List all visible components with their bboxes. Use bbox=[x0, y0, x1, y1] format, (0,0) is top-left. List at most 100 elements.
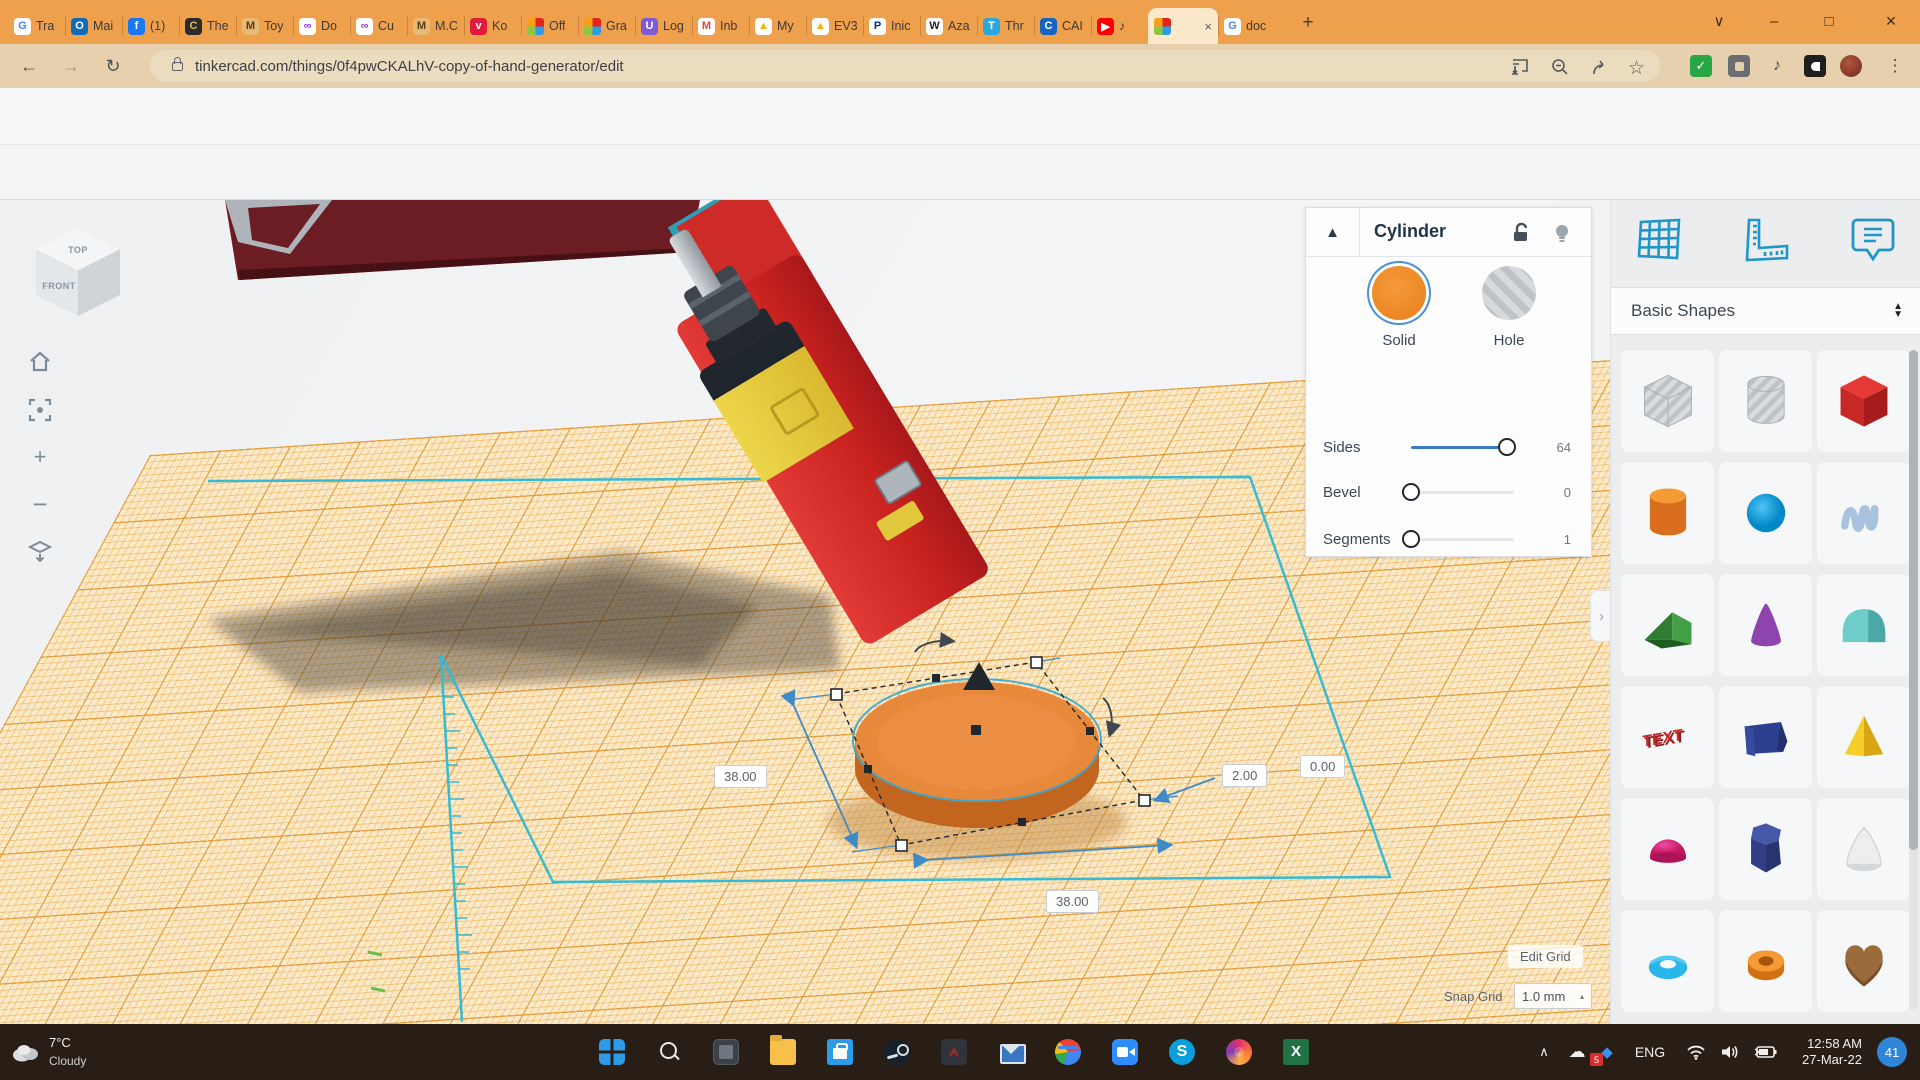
edit-grid-button[interactable]: Edit Grid bbox=[1508, 945, 1583, 968]
browser-tab[interactable]: G Tra bbox=[8, 8, 65, 44]
shape-pyramid[interactable] bbox=[1817, 686, 1910, 788]
tab-close-icon[interactable]: × bbox=[1204, 19, 1212, 34]
bevel-slider[interactable] bbox=[1402, 483, 1514, 501]
window-minimize-button[interactable]: – bbox=[1751, 0, 1797, 42]
playlist-extension-icon[interactable]: ♪ bbox=[1766, 55, 1788, 77]
3d-viewport[interactable]: FRONT TOP + − 38.00 38.00 2.00 0.00 Edit… bbox=[0, 200, 1920, 1024]
inspector-collapse-button[interactable]: ▲ bbox=[1306, 208, 1360, 257]
browser-tab[interactable]: O Mai bbox=[65, 8, 122, 44]
shape-scribble[interactable] bbox=[1817, 462, 1910, 564]
taskbar-app-zoom[interactable] bbox=[1112, 1039, 1138, 1065]
dimension-width-field[interactable]: 38.00 bbox=[714, 765, 767, 788]
taskbar-app-file-explorer[interactable] bbox=[770, 1035, 796, 1065]
dropbox-icon[interactable]: ◆ 5 bbox=[1590, 1024, 1620, 1080]
notification-center[interactable]: 41 bbox=[1872, 1024, 1912, 1080]
segments-slider[interactable] bbox=[1402, 530, 1514, 548]
browser-tab[interactable]: M Toy bbox=[236, 8, 293, 44]
fit-view-button[interactable] bbox=[26, 396, 54, 424]
browser-tab[interactable]: U Log bbox=[635, 8, 692, 44]
shape-torus[interactable] bbox=[1621, 910, 1714, 1012]
shape-cylinder-hole[interactable] bbox=[1719, 350, 1812, 452]
zoom-out-page-icon[interactable] bbox=[1550, 57, 1570, 77]
browser-tab[interactable]: ▶ ♪ bbox=[1091, 8, 1148, 44]
shape-cylinder[interactable] bbox=[1621, 462, 1714, 564]
onedrive-icon[interactable]: ☁ bbox=[1562, 1024, 1592, 1080]
browser-tab[interactable]: M M.C bbox=[407, 8, 464, 44]
visibility-bulb-icon[interactable] bbox=[1550, 221, 1574, 245]
scrollbar-thumb[interactable] bbox=[1909, 350, 1918, 850]
shape-round-roof[interactable] bbox=[1817, 574, 1910, 676]
extensions-puzzle-icon[interactable] bbox=[1728, 55, 1750, 77]
window-close-button[interactable]: × bbox=[1868, 0, 1914, 42]
shape-half-sphere[interactable] bbox=[1621, 798, 1714, 900]
browser-tab[interactable]: Gra bbox=[578, 8, 635, 44]
taskbar-app-steam[interactable] bbox=[884, 1039, 910, 1065]
home-view-button[interactable] bbox=[26, 348, 54, 376]
snap-grid-select[interactable]: 1.0 mm ▴ bbox=[1514, 983, 1592, 1009]
slider-knob[interactable] bbox=[1402, 483, 1420, 501]
bookmark-star-icon[interactable]: ☆ bbox=[1628, 57, 1648, 79]
browser-tab[interactable]: f (1) bbox=[122, 8, 179, 44]
browser-tab[interactable]: Off bbox=[521, 8, 578, 44]
taskbar-app-chrome[interactable] bbox=[1055, 1039, 1081, 1065]
browser-tab[interactable]: ▲ EV3 bbox=[806, 8, 863, 44]
taskbar-app-ms-store[interactable] bbox=[827, 1039, 853, 1065]
shape-tube[interactable] bbox=[1719, 910, 1812, 1012]
browser-tab[interactable]: ∞ Cu bbox=[350, 8, 407, 44]
hole-option[interactable]: Hole bbox=[1454, 266, 1564, 349]
back-button[interactable]: ← bbox=[16, 53, 42, 79]
taskbar-app-task-view[interactable] bbox=[713, 1039, 739, 1065]
hole-swatch[interactable] bbox=[1482, 266, 1536, 320]
browser-tab[interactable]: W Aza bbox=[920, 8, 977, 44]
browser-tab[interactable]: ▲ My bbox=[749, 8, 806, 44]
slider-knob[interactable] bbox=[1497, 438, 1516, 456]
zoom-in-button[interactable]: + bbox=[26, 443, 54, 471]
browser-tab[interactable]: Gdoc bbox=[1218, 8, 1275, 44]
shape-cone[interactable] bbox=[1719, 574, 1812, 676]
notes-tool-icon[interactable] bbox=[1847, 214, 1899, 266]
ruler-tool-icon[interactable] bbox=[1739, 214, 1791, 266]
clock-widget[interactable]: 12:58 AM 27-Mar-22 bbox=[1786, 1024, 1862, 1080]
new-tab-button[interactable]: + bbox=[1294, 12, 1322, 40]
window-menu-button[interactable]: ∨ bbox=[1696, 0, 1742, 42]
dimension-height-field[interactable]: 2.00 bbox=[1222, 764, 1268, 787]
url-omnibox[interactable]: tinkercad.com/things/0f4pwCKALhV-copy-of… bbox=[150, 50, 1660, 82]
profile-avatar[interactable] bbox=[1840, 55, 1862, 77]
slider-knob[interactable] bbox=[1402, 530, 1420, 548]
browser-tab[interactable]: T Thr bbox=[977, 8, 1034, 44]
install-app-icon[interactable] bbox=[1510, 57, 1530, 77]
browser-tab[interactable]: ∞ Do bbox=[293, 8, 350, 44]
workplane-tool-icon[interactable] bbox=[1633, 214, 1685, 266]
share-icon[interactable] bbox=[1590, 57, 1610, 77]
shape-sphere[interactable] bbox=[1719, 462, 1812, 564]
shape-wedge[interactable] bbox=[1719, 686, 1812, 788]
shape-heart[interactable] bbox=[1817, 910, 1910, 1012]
darkmode-extension-icon[interactable] bbox=[1804, 55, 1826, 77]
perspective-toggle-button[interactable] bbox=[26, 537, 54, 565]
shape-roof[interactable] bbox=[1621, 574, 1714, 676]
taskbar-app-excel[interactable] bbox=[1283, 1039, 1309, 1065]
window-maximize-button[interactable]: □ bbox=[1806, 0, 1852, 42]
taskbar-app-search[interactable] bbox=[656, 1039, 682, 1065]
solid-swatch[interactable] bbox=[1372, 266, 1426, 320]
taskbar-app-mail[interactable] bbox=[998, 1039, 1026, 1065]
browser-tab[interactable]: P Inic bbox=[863, 8, 920, 44]
taskbar-app-game[interactable] bbox=[941, 1039, 967, 1065]
reload-button[interactable]: ↻ bbox=[100, 53, 126, 79]
lock-icon[interactable] bbox=[172, 56, 183, 71]
solid-option[interactable]: Solid bbox=[1344, 266, 1454, 349]
browser-tab[interactable]: M Inb bbox=[692, 8, 749, 44]
weather-widget[interactable]: 7°C Cloudy bbox=[10, 1024, 86, 1080]
tray-chevron[interactable]: ∧ bbox=[1532, 1024, 1556, 1080]
zoom-out-button[interactable]: − bbox=[26, 489, 54, 519]
dimension-elevation-field[interactable]: 0.00 bbox=[1300, 755, 1346, 778]
unlock-icon[interactable] bbox=[1509, 221, 1533, 245]
dimension-depth-field[interactable]: 38.00 bbox=[1046, 890, 1099, 913]
taskbar-app-skype[interactable] bbox=[1169, 1039, 1195, 1065]
taskbar-app-browser[interactable] bbox=[1226, 1039, 1252, 1065]
wifi-icon[interactable] bbox=[1680, 1024, 1712, 1080]
volume-icon[interactable] bbox=[1714, 1024, 1746, 1080]
sides-slider[interactable] bbox=[1411, 438, 1516, 456]
shapes-scrollbar[interactable] bbox=[1909, 350, 1918, 1010]
shape-polygon[interactable] bbox=[1719, 798, 1812, 900]
